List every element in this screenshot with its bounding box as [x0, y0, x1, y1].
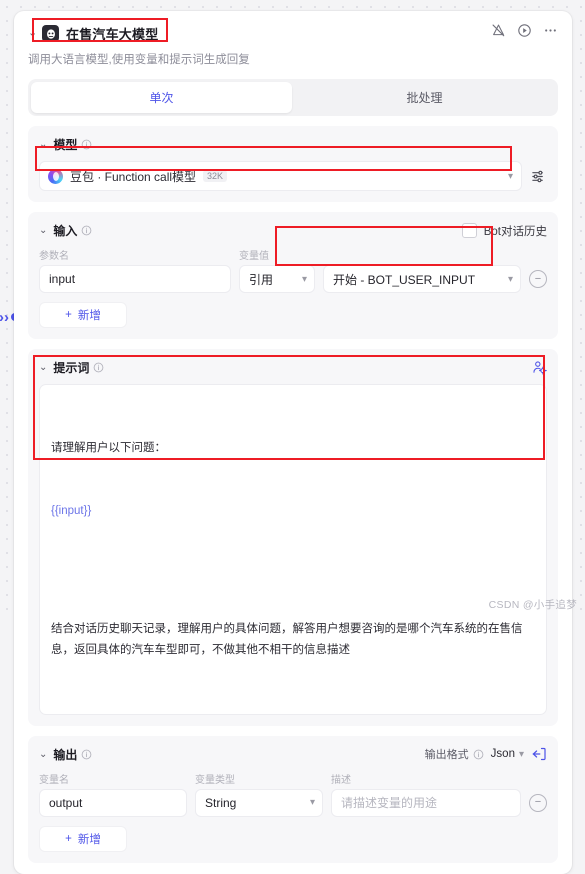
input-panel-title: 输入	[53, 224, 78, 238]
chevron-down-icon: ▾	[309, 797, 315, 809]
node-header-actions	[491, 23, 558, 38]
input-panel-header: ⌄ 输入 Bot对话历史	[39, 222, 547, 239]
run-icon[interactable]	[517, 23, 532, 38]
column-header-var-name: 变量名	[39, 774, 69, 786]
prompt-panel-title: 提示词	[53, 361, 90, 375]
alert-off-icon[interactable]	[491, 23, 506, 38]
output-collapse-caret-icon[interactable]: ⌄	[39, 749, 47, 760]
output-panel: ⌄ 输出 输出格式 Json ▾ 变量名 变量类型 描述 output Stri…	[28, 735, 558, 863]
prompt-panel-header: ⌄ 提示词	[39, 359, 547, 376]
info-icon[interactable]	[81, 749, 92, 760]
bot-history-toggle[interactable]: Bot对话历史	[461, 223, 547, 239]
model-context-badge: 32K	[203, 170, 228, 182]
column-header-desc: 描述	[331, 774, 351, 786]
model-row: 豆包 · Function call模型 32K ▾	[39, 161, 547, 191]
node-description: 调用大语言模型,使用变量和提示词生成回复	[28, 54, 250, 66]
add-output-label: 新增	[77, 833, 101, 846]
column-header-var-type: 变量类型	[195, 774, 235, 786]
bot-history-checkbox[interactable]	[461, 223, 477, 238]
prompt-variable-token: {{input}}	[51, 505, 92, 518]
output-panel-title: 输出	[53, 747, 78, 762]
add-output-button[interactable]: + 新增	[39, 825, 127, 852]
input-column-headers: 参数名 变量值	[39, 247, 547, 262]
output-panel-header: ⌄ 输出 输出格式 Json ▾	[39, 746, 547, 763]
user-settings-icon[interactable]	[532, 360, 547, 375]
tab-single[interactable]: 单次	[31, 82, 292, 113]
output-var-type-value: String	[205, 795, 237, 810]
info-icon[interactable]	[81, 139, 92, 150]
plus-icon: +	[65, 309, 72, 321]
info-icon[interactable]	[81, 225, 92, 236]
add-input-label: 新增	[77, 310, 101, 322]
prompt-header-actions	[532, 360, 547, 375]
output-var-type-select[interactable]: String ▾	[195, 788, 323, 817]
output-format-controls: 输出格式 Json ▾	[425, 746, 547, 762]
node-collapse-caret-icon[interactable]: ⌄	[28, 28, 42, 39]
remove-input-row-button[interactable]: −	[529, 270, 547, 288]
plus-icon: +	[65, 832, 72, 845]
prompt-collapse-caret-icon[interactable]: ⌄	[39, 362, 47, 373]
prompt-textarea[interactable]: 请理解用户以下问题： {{input}} 结合对话历史聊天记录，理解用户的具体问…	[39, 384, 547, 715]
chevron-down-icon[interactable]: ▾	[508, 171, 513, 182]
model-panel-header: ⌄ 模型	[39, 136, 547, 153]
robot-face-icon	[42, 25, 59, 42]
model-collapse-caret-icon[interactable]: ⌄	[39, 139, 47, 150]
info-icon[interactable]	[93, 362, 104, 373]
output-desc-input[interactable]: 请描述变量的用途	[331, 788, 521, 817]
watermark: CSDN @小手追梦	[488, 599, 577, 611]
chevron-down-icon: ▾	[301, 273, 307, 285]
column-header-variable-value: 变量值	[239, 251, 269, 262]
output-column-headers: 变量名 变量类型 描述	[39, 771, 547, 786]
output-var-name-input[interactable]: output	[39, 788, 187, 817]
value-reference-value: 开始 - BOT_USER_INPUT	[333, 272, 476, 287]
value-type-select[interactable]: 引用 ▾	[239, 265, 315, 293]
remove-output-row-button[interactable]: −	[529, 793, 547, 812]
model-selector[interactable]: 豆包 · Function call模型 32K ▾	[39, 161, 522, 191]
prompt-line-1: 请理解用户以下问题：	[51, 441, 166, 454]
prompt-panel: ⌄ 提示词 请理解用户以下问题： {{input}} 结合对话历史聊天记录，理解…	[28, 349, 558, 726]
input-panel: ⌄ 输入 Bot对话历史 参数名 变量值 input 引用 ▾ 开始 - BOT…	[28, 212, 558, 339]
output-row: output String ▾ 请描述变量的用途 −	[39, 788, 547, 817]
prompt-blank-line	[51, 565, 535, 576]
bot-history-label: Bot对话历史	[483, 225, 547, 238]
chevron-down-icon: ▾	[507, 273, 513, 285]
value-reference-select[interactable]: 开始 - BOT_USER_INPUT ▾	[323, 265, 521, 293]
llm-node-card: ⌄ 在售汽车大模型 调用大语言模型,使用变量和提示词生成回复 单次 批处理 ⌄ …	[14, 11, 572, 874]
doubao-logo-icon	[48, 168, 63, 184]
tab-batch[interactable]: 批处理	[294, 82, 555, 113]
input-row: input 引用 ▾ 开始 - BOT_USER_INPUT ▾ −	[39, 265, 547, 293]
output-format-select[interactable]: Json	[491, 748, 515, 760]
value-type-value: 引用	[249, 272, 274, 287]
column-header-param-name: 参数名	[39, 251, 69, 262]
param-name-input[interactable]: input	[39, 265, 231, 293]
node-title: 在售汽车大模型	[66, 27, 159, 42]
model-panel-title: 模型	[53, 138, 78, 152]
more-icon[interactable]	[543, 23, 558, 38]
info-icon[interactable]	[473, 749, 484, 760]
chevron-down-icon[interactable]: ▾	[519, 749, 524, 760]
model-name: 豆包 · Function call模型	[70, 169, 197, 184]
node-header: ⌄ 在售汽车大模型	[14, 11, 572, 43]
model-panel: ⌄ 模型 豆包 · Function call模型 32K ▾	[28, 126, 558, 202]
import-json-icon[interactable]	[531, 746, 547, 762]
input-collapse-caret-icon[interactable]: ⌄	[39, 225, 47, 236]
output-format-label: 输出格式	[424, 749, 469, 762]
mode-tabs: 单次 批处理	[28, 79, 558, 116]
add-input-button[interactable]: + 新增	[39, 302, 127, 328]
port-arrow-icon: ››	[0, 308, 9, 326]
prompt-body: 结合对话历史聊天记录，理解用户的具体问题，解答用户想要咨询的是哪个汽车系统的在售…	[51, 622, 523, 656]
model-settings-icon[interactable]	[530, 168, 547, 185]
